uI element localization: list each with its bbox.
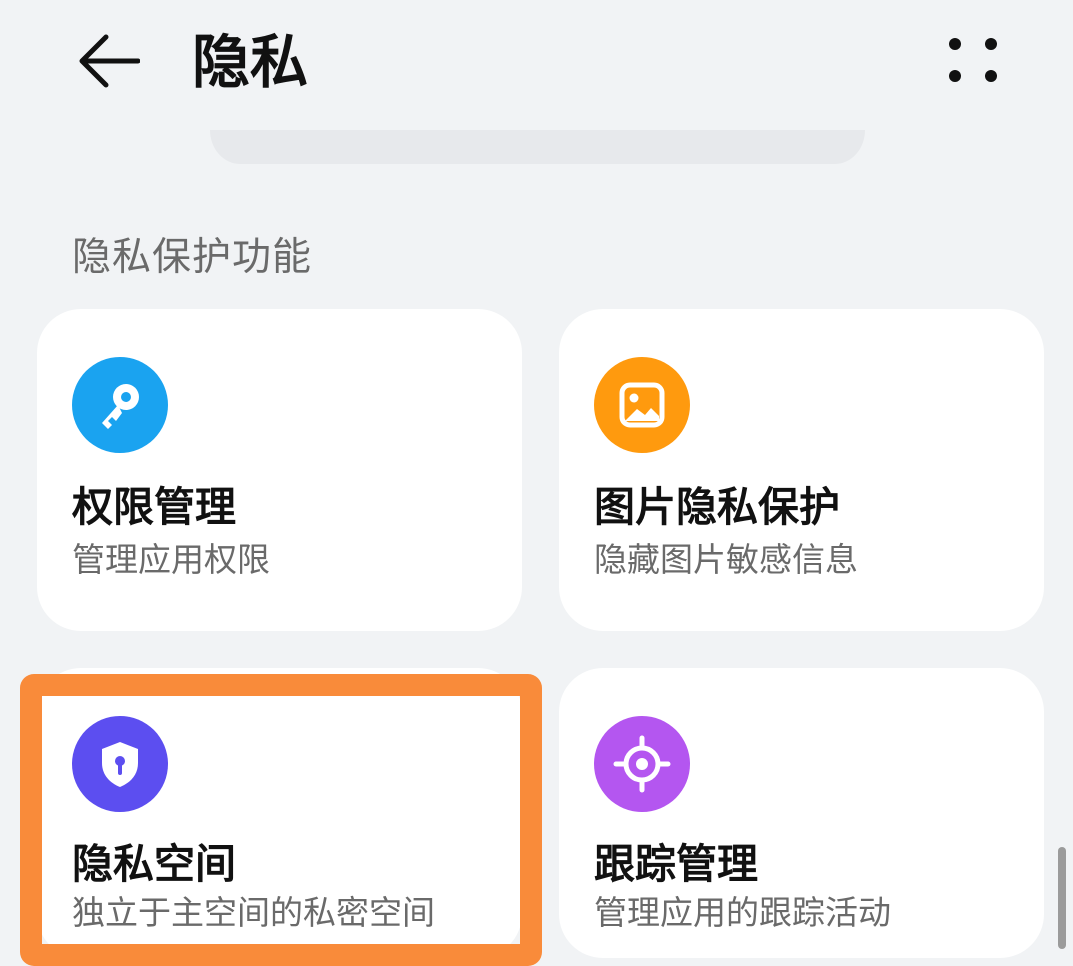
more-dots-icon-part bbox=[985, 38, 997, 50]
card-subtitle: 隐藏图片敏感信息 bbox=[594, 540, 858, 579]
more-dots-icon bbox=[949, 38, 961, 50]
card-subtitle: 管理应用的跟踪活动 bbox=[594, 893, 891, 932]
page-title: 隐私 bbox=[192, 28, 309, 96]
previous-card-edge bbox=[210, 130, 865, 164]
target-icon bbox=[594, 716, 690, 812]
card-title: 图片隐私保护 bbox=[594, 483, 840, 531]
more-dots-icon-part bbox=[985, 70, 997, 82]
card-subtitle: 管理应用权限 bbox=[72, 540, 270, 579]
card-permission-management[interactable]: 权限管理 管理应用权限 bbox=[37, 309, 522, 631]
highlight-box bbox=[20, 674, 542, 966]
image-icon bbox=[594, 357, 690, 453]
top-app-bar: 隐私 bbox=[0, 0, 1073, 130]
more-dots-icon-part bbox=[949, 70, 961, 82]
scrollbar[interactable] bbox=[1058, 847, 1066, 949]
more-options-button[interactable] bbox=[938, 30, 1008, 90]
card-title: 权限管理 bbox=[72, 483, 236, 531]
card-tracking-management[interactable]: 跟踪管理 管理应用的跟踪活动 bbox=[559, 668, 1044, 958]
card-photo-privacy[interactable]: 图片隐私保护 隐藏图片敏感信息 bbox=[559, 309, 1044, 631]
back-button[interactable] bbox=[70, 28, 146, 94]
key-icon bbox=[72, 357, 168, 453]
card-title: 跟踪管理 bbox=[594, 840, 758, 888]
back-arrow-icon bbox=[79, 34, 140, 88]
section-title: 隐私保护功能 bbox=[72, 235, 313, 280]
